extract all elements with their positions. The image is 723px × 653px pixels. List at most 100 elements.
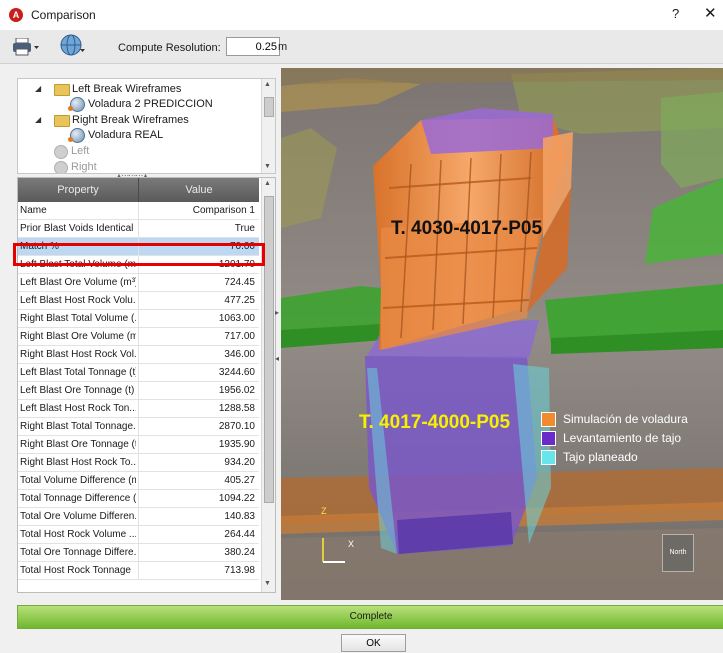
property-value[interactable]: 724.45: [155, 274, 255, 291]
grid-row[interactable]: Total Volume Difference (m³) 405.27: [18, 472, 259, 490]
tree-item-right-break-wireframes[interactable]: ◢ Right Break Wireframes: [18, 112, 258, 128]
grid-row[interactable]: Left Blast Ore Volume (m³) 724.45: [18, 274, 259, 292]
tree-item-left[interactable]: Left: [18, 143, 258, 159]
x-axis-label: X: [348, 539, 355, 549]
close-button[interactable]: ✕: [704, 4, 717, 22]
grid-row[interactable]: Left Blast Ore Tonnage (t) 1956.02: [18, 382, 259, 400]
grid-row[interactable]: Prior Blast Voids Identical True: [18, 220, 259, 238]
3d-viewport[interactable]: T. 4030-4017-P05 T. 4017-4000-P05 Simula…: [281, 68, 723, 600]
tree-item-label: Right: [71, 161, 97, 173]
grid-row[interactable]: Right Blast Ore Volume (m³) 717.00: [18, 328, 259, 346]
legend-label: Levantamiento de tajo: [563, 431, 682, 445]
scroll-up-icon[interactable]: ▲: [264, 81, 271, 88]
cell-divider: [138, 382, 139, 399]
blast-scene: [281, 68, 723, 600]
grid-row[interactable]: Right Blast Total Volume (... 1063.00: [18, 310, 259, 328]
property-value[interactable]: 1956.02: [155, 382, 255, 399]
grid-row[interactable]: Left Blast Total Tonnage (t) 3244.60: [18, 364, 259, 382]
tree-item-voladura-prediccion[interactable]: Voladura 2 PREDICCION: [18, 96, 258, 112]
collapse-icon[interactable]: ◢: [35, 112, 41, 128]
property-value[interactable]: 264.44: [155, 526, 255, 543]
grid-scrollbar[interactable]: ▲ ▼: [261, 178, 275, 592]
property-value[interactable]: True: [155, 220, 255, 237]
scroll-thumb[interactable]: [264, 97, 274, 117]
property-name: Right Blast Ore Tonnage (t): [20, 439, 136, 450]
grid-row[interactable]: Total Host Rock Tonnage 713.98: [18, 562, 259, 580]
grid-row[interactable]: Right Blast Host Rock To... 934.20: [18, 454, 259, 472]
cell-divider: [138, 328, 139, 345]
expand-left-icon[interactable]: ▸: [275, 308, 279, 317]
scroll-up-icon[interactable]: ▲: [264, 180, 271, 187]
grid-row[interactable]: Right Blast Host Rock Vol... 346.00: [18, 346, 259, 364]
property-value[interactable]: 1094.22: [155, 490, 255, 507]
property-value[interactable]: Comparison 1: [155, 202, 255, 219]
property-name: Total Host Rock Tonnage: [20, 565, 131, 576]
tree-scrollbar[interactable]: ▲ ▼: [261, 79, 275, 173]
property-value[interactable]: 1063.00: [155, 310, 255, 327]
property-value[interactable]: 380.24: [155, 544, 255, 561]
tree-item-left-break-wireframes[interactable]: ◢ Left Break Wireframes: [18, 81, 258, 97]
cell-divider: [138, 544, 139, 561]
legend-swatch: [541, 431, 556, 446]
resolution-unit: m: [278, 41, 288, 53]
grid-row[interactable]: Left Blast Host Rock Ton... 1288.58: [18, 400, 259, 418]
property-value[interactable]: 717.00: [155, 328, 255, 345]
grid-row[interactable]: Right Blast Total Tonnage... 2870.10: [18, 418, 259, 436]
grid-row[interactable]: Total Ore Tonnage Differe... 380.24: [18, 544, 259, 562]
property-value[interactable]: 1935.90: [155, 436, 255, 453]
property-value[interactable]: 140.83: [155, 508, 255, 525]
grid-row[interactable]: Name Comparison 1: [18, 202, 259, 220]
progress-bar: Complete: [17, 605, 723, 629]
grid-row[interactable]: Total Host Rock Volume ... 264.44: [18, 526, 259, 544]
ok-button[interactable]: OK: [341, 634, 406, 652]
property-name: Total Ore Tonnage Differe...: [20, 547, 136, 558]
tree-item-voladura-real[interactable]: Voladura REAL: [18, 127, 258, 143]
cell-divider: [138, 400, 139, 417]
grid-row[interactable]: Right Blast Ore Tonnage (t) 1935.90: [18, 436, 259, 454]
property-value[interactable]: 405.27: [155, 472, 255, 489]
help-button[interactable]: ?: [672, 6, 679, 21]
property-column-header[interactable]: Property: [18, 184, 138, 196]
scroll-thumb[interactable]: [264, 196, 274, 503]
cell-divider: [138, 436, 139, 453]
grid-row[interactable]: Total Tonnage Difference (t) 1094.22: [18, 490, 259, 508]
collapse-icon[interactable]: ◢: [35, 81, 41, 97]
legend: Simulación de voladura Levantamiento de …: [541, 408, 723, 478]
tree-item-label: Left Break Wireframes: [72, 83, 182, 95]
tree-item-label: Voladura 2 PREDICCION: [88, 98, 213, 110]
property-value[interactable]: 713.98: [155, 562, 255, 579]
cell-divider: [138, 472, 139, 489]
north-compass[interactable]: North: [662, 534, 694, 572]
grid-row[interactable]: Total Ore Volume Differen... 140.83: [18, 508, 259, 526]
scroll-down-icon[interactable]: ▼: [264, 580, 271, 587]
property-value[interactable]: 934.20: [155, 454, 255, 471]
value-column-header[interactable]: Value: [139, 184, 259, 196]
property-value[interactable]: 346.00: [155, 346, 255, 363]
property-name: Right Blast Total Volume (...: [20, 313, 136, 324]
property-name: Right Blast Host Rock To...: [20, 457, 136, 468]
app-logo-icon: A: [9, 8, 23, 22]
legend-label: Tajo planeado: [563, 450, 638, 464]
cell-divider: [138, 490, 139, 507]
printer-icon[interactable]: [12, 38, 40, 56]
folder-icon: [54, 115, 70, 127]
property-value[interactable]: 1288.58: [155, 400, 255, 417]
cell-divider: [138, 346, 139, 363]
resolution-input[interactable]: [226, 37, 280, 56]
tree-item-label: Left: [71, 145, 90, 157]
cell-divider: [138, 310, 139, 327]
grid-row[interactable]: Left Blast Host Rock Volu... 477.25: [18, 292, 259, 310]
globe-icon[interactable]: [60, 34, 86, 58]
scroll-down-icon[interactable]: ▼: [264, 163, 271, 170]
property-value[interactable]: 477.25: [155, 292, 255, 309]
cell-divider: [138, 292, 139, 309]
property-name: Prior Blast Voids Identical: [20, 223, 134, 234]
tree-item-label: Right Break Wireframes: [72, 114, 189, 126]
property-value[interactable]: 2870.10: [155, 418, 255, 435]
wireframe-tree: ◢ Left Break Wireframes Voladura 2 PREDI…: [17, 78, 276, 174]
property-name: Right Blast Ore Volume (m³): [20, 331, 136, 342]
expand-right-icon[interactable]: ◂: [275, 354, 279, 363]
property-value[interactable]: 3244.60: [155, 364, 255, 381]
grid-header: Property Value: [18, 178, 259, 202]
window-title: Comparison: [31, 8, 96, 22]
